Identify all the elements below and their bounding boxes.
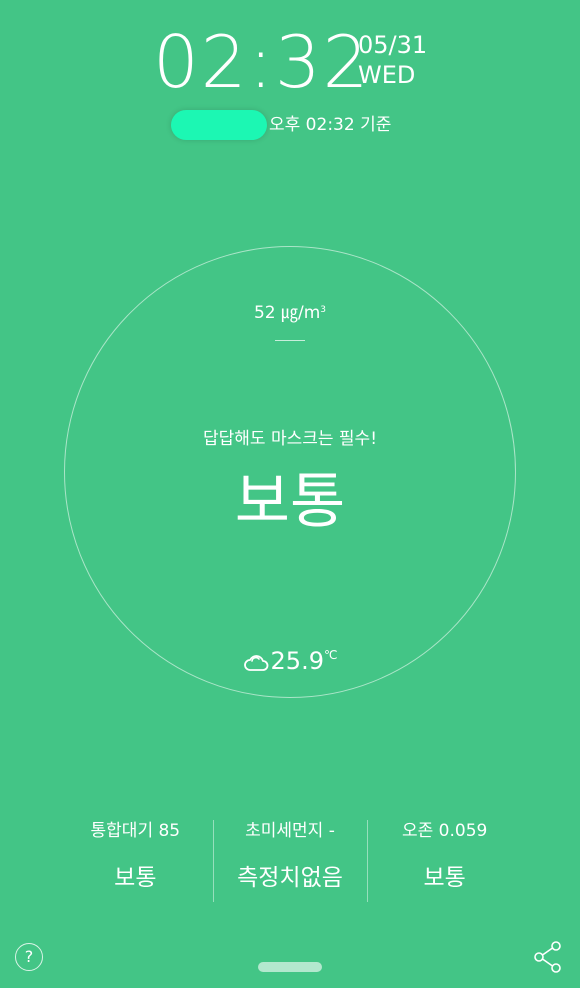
- help-button[interactable]: ?: [15, 943, 43, 971]
- clock-row: 02:32 05/31 WED: [0, 22, 580, 102]
- stat-label: 오존 0.059: [402, 821, 488, 841]
- stat-ultrafine-dust[interactable]: 초미세먼지 - 측정치없음: [212, 818, 368, 902]
- cloud-icon: [243, 650, 269, 680]
- location-pill[interactable]: [171, 110, 267, 140]
- drawer-handle[interactable]: [258, 962, 322, 972]
- pm-divider: [275, 340, 305, 341]
- stat-ozone[interactable]: 오존 0.059 보통: [367, 818, 522, 902]
- stat-value: 보통: [114, 865, 157, 891]
- clock-date: 05/31: [358, 31, 428, 59]
- clock-weekday: WED: [358, 61, 416, 89]
- measurement-time: 오후 02:32 기준: [269, 115, 392, 135]
- air-quality-status: 보통: [234, 467, 346, 537]
- clock-time: 02:32: [153, 20, 371, 104]
- pm-value: 52 ㎍/m3: [0, 298, 580, 323]
- tip-message: 답답해도 마스크는 필수!: [202, 429, 378, 449]
- stat-label: 통합대기 85: [90, 821, 181, 841]
- pm-value-text: 52 ㎍/m: [253, 303, 321, 323]
- weather: 25.9℃: [0, 640, 580, 680]
- share-button[interactable]: [532, 940, 564, 974]
- stat-integrated-air[interactable]: 통합대기 85 보통: [58, 818, 213, 902]
- stat-value: 보통: [423, 865, 466, 891]
- stat-label: 초미세먼지 -: [245, 821, 335, 841]
- pm-unit-sup: 3: [320, 305, 327, 315]
- stats-bar: 통합대기 85 보통 초미세먼지 - 측정치없음 오존 0.059 보통: [58, 818, 522, 902]
- temperature-unit: ℃: [323, 648, 338, 662]
- clock-date-block: 05/31 WED: [358, 30, 427, 90]
- stat-value: 측정치없음: [237, 865, 343, 891]
- share-icon: [534, 941, 561, 973]
- temperature: 25.9: [270, 647, 324, 675]
- location-row: 오후 02:32 기준: [0, 108, 580, 142]
